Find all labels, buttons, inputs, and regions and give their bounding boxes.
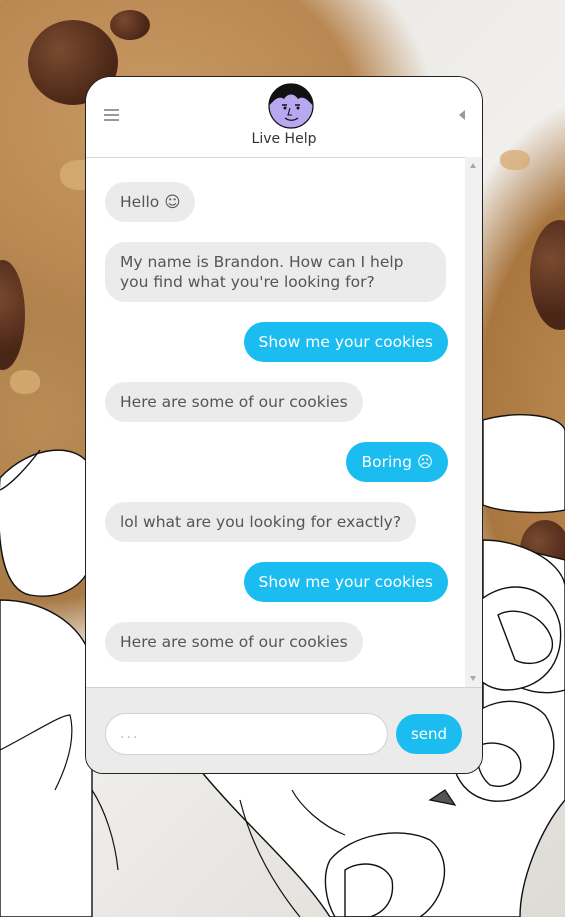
message-bot: lol what are you looking for exactly? <box>105 502 417 542</box>
agent-avatar <box>268 83 314 129</box>
message-user: Boring ☹ <box>346 442 448 482</box>
chat-header: Live Help <box>86 77 482 158</box>
message-bot: Here are some of our cookies <box>105 382 363 422</box>
message-scrollbar[interactable] <box>465 157 482 687</box>
scroll-down-icon[interactable] <box>470 676 476 681</box>
hamburger-menu-icon[interactable] <box>104 109 119 121</box>
message-input[interactable] <box>105 713 388 755</box>
chat-title: Live Help <box>251 131 317 147</box>
scroll-up-icon[interactable] <box>470 163 476 168</box>
message-user: Show me your cookies <box>243 322 448 362</box>
message-bot: Hello ☺ <box>105 182 196 222</box>
message-user: Show me your cookies <box>243 562 448 602</box>
send-button[interactable]: send <box>396 714 462 754</box>
message-list: Hello ☺ My name is Brandon. How can I he… <box>86 157 467 687</box>
chat-widget: Live Help Hello ☺ My name is Brandon. Ho… <box>85 76 483 774</box>
message-bot: Here are some of our cookies <box>105 622 363 662</box>
message-composer: send <box>86 687 482 773</box>
caret-left-icon[interactable] <box>459 110 465 120</box>
message-bot: My name is Brandon. How can I help you f… <box>105 242 446 302</box>
